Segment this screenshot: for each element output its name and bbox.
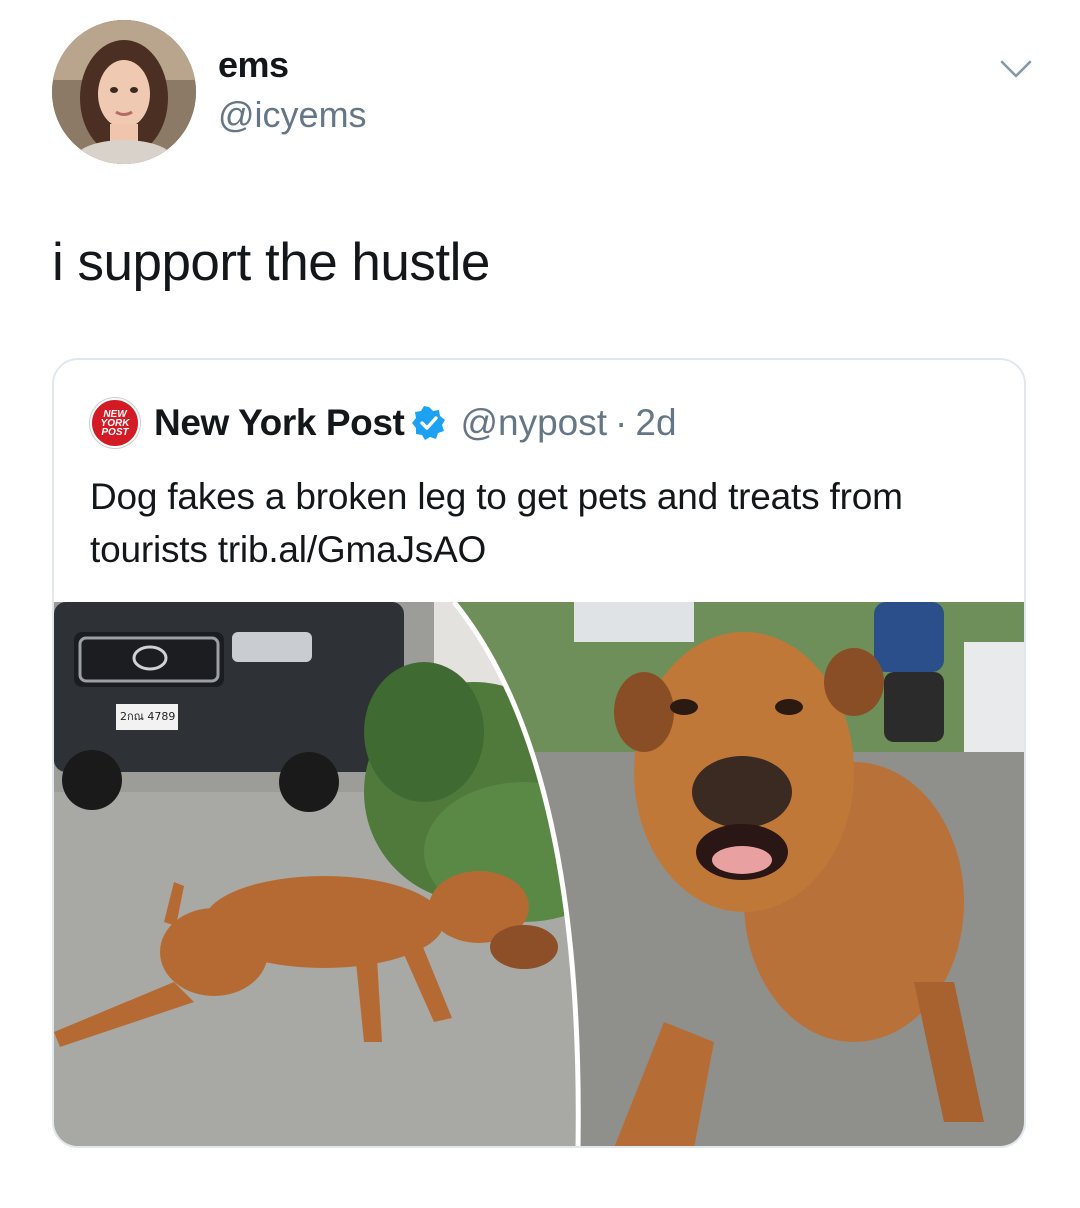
quoted-tweet-header: NEW YORK POST New York Post @nypost · 2d [90, 398, 677, 448]
verified-badge-icon [412, 406, 446, 440]
quoted-tweet-card[interactable]: NEW YORK POST New York Post @nypost · 2d… [52, 358, 1026, 1148]
quoted-timestamp[interactable]: 2d [635, 402, 676, 444]
separator-dot: · [615, 402, 628, 443]
quoted-tweet-text: Dog fakes a broken leg to get pets and t… [90, 476, 903, 570]
tweet-text: i support the hustle [52, 233, 490, 292]
user-handle[interactable]: @icyems [218, 94, 367, 136]
display-name[interactable]: ems [218, 44, 289, 86]
avatar-photo [52, 20, 196, 164]
nypost-logo-text: NEW YORK POST [101, 409, 130, 438]
nypost-logo[interactable]: NEW YORK POST [90, 398, 140, 448]
chevron-down-icon[interactable] [998, 54, 1034, 84]
avatar[interactable] [52, 20, 196, 164]
quoted-handle[interactable]: @nypost [460, 402, 607, 444]
logo-line-3: POST [101, 426, 129, 438]
attached-photo[interactable]: 2กณ 4789 [54, 602, 1024, 1148]
license-plate: 2กณ 4789 [120, 710, 175, 723]
quoted-account-name[interactable]: New York Post [154, 402, 405, 444]
